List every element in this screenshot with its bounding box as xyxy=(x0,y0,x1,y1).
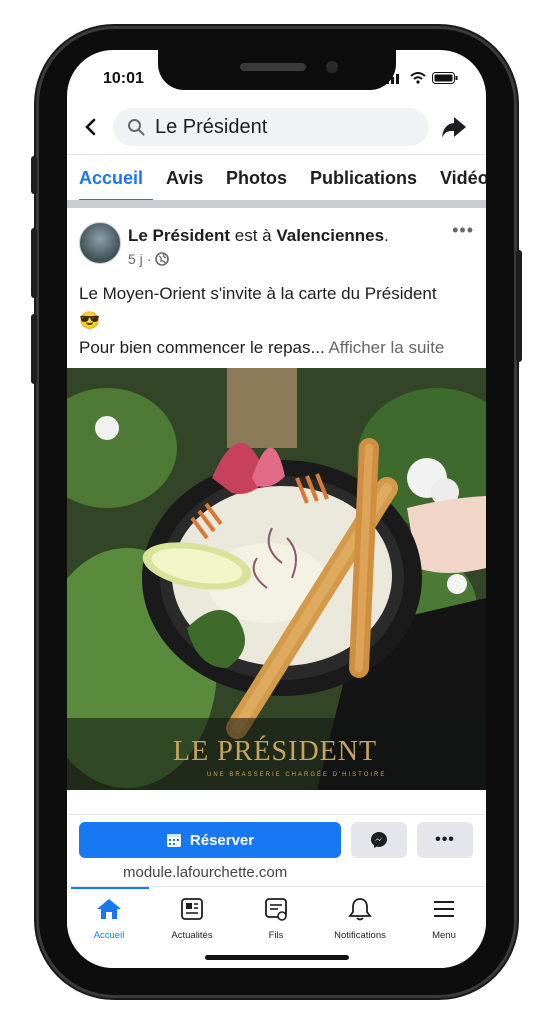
nav-label-accueil: Accueil xyxy=(93,930,125,941)
tab-avis[interactable]: Avis xyxy=(166,168,203,189)
post-author[interactable]: Le Président xyxy=(128,226,230,245)
volume-up-button xyxy=(31,228,37,298)
reserve-label: Réserver xyxy=(189,831,255,849)
calendar-icon xyxy=(166,834,181,847)
page-tabs: Accueil Avis Photos Publications Vidéo xyxy=(67,154,486,202)
tab-publications[interactable]: Publications xyxy=(310,168,417,189)
post-text-line2: Pour bien commencer le repas... xyxy=(79,338,325,357)
post-time[interactable]: 5 j xyxy=(128,251,143,267)
nav-accueil[interactable]: Accueil xyxy=(69,897,149,941)
see-more-link[interactable]: Afficher la suite xyxy=(328,338,444,357)
avatar[interactable] xyxy=(79,222,121,264)
back-arrow-icon[interactable] xyxy=(83,118,97,136)
home-indicator[interactable] xyxy=(205,955,349,960)
share-icon[interactable] xyxy=(440,114,468,140)
nav-notifications[interactable]: Notifications xyxy=(320,897,400,941)
feeds-icon xyxy=(265,898,287,921)
reserve-button[interactable]: Réserver xyxy=(79,822,341,858)
image-logo-text: LE PRÉSIDENT xyxy=(173,736,377,767)
image-tagline-text: UNE BRASSERIE CHARGÉE D'HISTOIRE xyxy=(207,771,386,778)
post-text-line2-row: Pour bien commencer le repas... Afficher… xyxy=(79,334,479,361)
volume-down-button xyxy=(31,314,37,384)
post-meta: 5 j · xyxy=(128,251,170,267)
post-title: Le Président est à Valenciennes. xyxy=(128,226,389,246)
battery-icon xyxy=(432,72,458,84)
front-camera xyxy=(326,61,338,73)
nav-fils[interactable]: Fils xyxy=(236,897,316,941)
reservation-link[interactable]: module.lafourchette.com xyxy=(123,864,287,881)
bell-icon xyxy=(348,898,372,921)
post-location-suffix: . xyxy=(384,226,389,245)
menu-icon xyxy=(434,901,454,917)
notch xyxy=(158,50,396,90)
globe-icon xyxy=(155,252,170,266)
nav-label-menu: Menu xyxy=(432,930,456,941)
section-divider xyxy=(67,200,486,208)
search-value: Le Président xyxy=(155,115,268,138)
tab-photos[interactable]: Photos xyxy=(226,168,287,189)
screen: 10:01 Le Président Accueil Avis Photos P… xyxy=(67,50,486,968)
post-options-icon[interactable]: ••• xyxy=(452,220,474,241)
home-icon xyxy=(97,899,121,919)
post-text: Le Moyen-Orient s'invite à la carte du P… xyxy=(79,280,479,361)
post-connector: est à xyxy=(230,226,277,245)
news-icon xyxy=(181,898,203,920)
status-time: 10:01 xyxy=(103,70,144,87)
emoji: 😎 xyxy=(79,311,101,330)
wifi-icon xyxy=(410,72,426,84)
messenger-button[interactable] xyxy=(351,822,407,858)
post-footer-space xyxy=(67,790,486,814)
status-icons xyxy=(386,72,458,84)
search-input[interactable]: Le Président xyxy=(113,108,429,146)
post-text-line1: Le Moyen-Orient s'invite à la carte du P… xyxy=(79,284,437,303)
nav-label-actualites: Actualités xyxy=(171,930,213,941)
more-options-button[interactable]: ••• xyxy=(417,822,473,858)
divider xyxy=(67,814,486,815)
speaker xyxy=(240,63,306,71)
nav-label-fils: Fils xyxy=(268,930,284,941)
nav-menu[interactable]: Menu xyxy=(404,897,484,941)
post-location[interactable]: Valenciennes xyxy=(276,226,384,245)
messenger-icon xyxy=(371,832,387,848)
food-photo-illustration: LE PRÉSIDENT UNE BRASSERIE CHARGÉE D'HIS… xyxy=(67,368,486,790)
search-icon xyxy=(128,119,145,136)
nav-actualites[interactable]: Actualités xyxy=(152,897,232,941)
meta-separator: · xyxy=(146,251,152,267)
mute-switch xyxy=(31,156,37,194)
power-button xyxy=(516,250,522,362)
post-photo[interactable]: LE PRÉSIDENT UNE BRASSERIE CHARGÉE D'HIS… xyxy=(67,368,486,790)
nav-label-notifications: Notifications xyxy=(334,930,386,941)
tab-videos[interactable]: Vidéo xyxy=(440,168,486,189)
nav-active-indicator xyxy=(71,887,149,889)
tab-accueil[interactable]: Accueil xyxy=(79,168,143,189)
